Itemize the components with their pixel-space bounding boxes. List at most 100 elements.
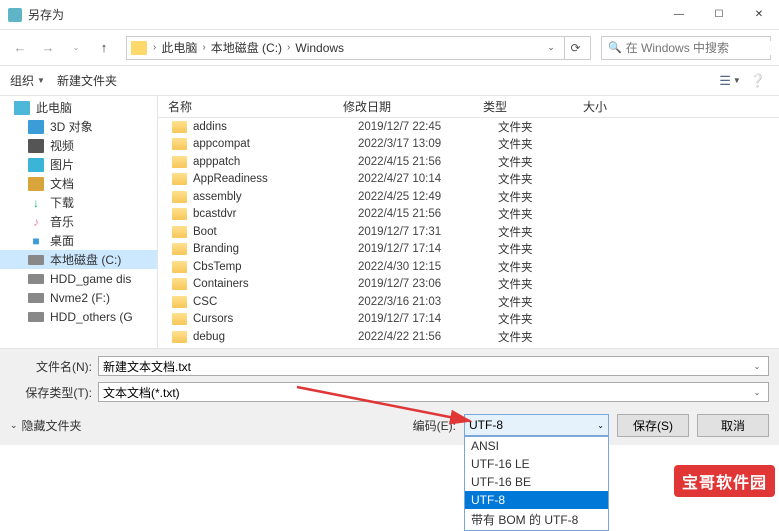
file-row[interactable]: Cursors2019/12/7 17:14文件夹 xyxy=(158,311,779,329)
sidebar-item[interactable]: ♪音乐 xyxy=(0,212,157,231)
maximize-button[interactable]: ☐ xyxy=(699,0,739,30)
file-row[interactable]: bcastdvr2022/4/15 21:56文件夹 xyxy=(158,206,779,224)
filename-input[interactable]: 新建文本文档.txt ⌄ xyxy=(98,356,769,376)
filetype-row: 保存类型(T): 文本文档(*.txt) ⌄ xyxy=(0,379,779,405)
column-type[interactable]: 类型 xyxy=(473,98,573,115)
file-row[interactable]: addins2019/12/7 22:45文件夹 xyxy=(158,118,779,136)
file-row[interactable]: apppatch2022/4/15 21:56文件夹 xyxy=(158,153,779,171)
chevron-down-icon[interactable]: ⌄ xyxy=(750,388,764,397)
column-name[interactable]: 名称 xyxy=(158,98,333,115)
breadcrumb-dropdown-icon[interactable]: ⌄ xyxy=(540,37,562,59)
file-name: CbsTemp xyxy=(193,261,348,273)
file-date: 2022/4/25 12:49 xyxy=(348,191,488,203)
column-headers: 名称 修改日期 类型 大小 xyxy=(158,96,779,118)
cancel-button[interactable]: 取消 xyxy=(697,414,769,437)
encoding-dropdown: ANSIUTF-16 LEUTF-16 BEUTF-8带有 BOM 的 UTF-… xyxy=(464,436,609,531)
breadcrumb-item[interactable]: 本地磁盘 (C:) xyxy=(208,39,285,56)
file-type: 文件夹 xyxy=(488,259,588,275)
search-icon: 🔍 xyxy=(608,41,622,54)
folder-icon xyxy=(172,243,187,255)
recent-dropdown-icon[interactable]: ⌄ xyxy=(64,36,88,60)
encoding-option[interactable]: UTF-16 LE xyxy=(465,455,608,473)
chevron-down-icon[interactable]: ⌄ xyxy=(750,362,764,371)
folder-icon xyxy=(172,296,187,308)
sidebar-icon xyxy=(28,139,44,153)
folder-icon xyxy=(172,138,187,150)
app-icon xyxy=(8,8,22,22)
sidebar-item[interactable]: HDD_others (G xyxy=(0,307,157,326)
help-button[interactable]: ❔ xyxy=(747,72,769,90)
sidebar-item-label: HDD_game dis xyxy=(50,272,131,286)
file-date: 2019/12/7 17:31 xyxy=(348,226,488,238)
column-date[interactable]: 修改日期 xyxy=(333,98,473,115)
sidebar-item[interactable]: 此电脑 xyxy=(0,98,157,117)
file-date: 2019/12/7 17:14 xyxy=(348,313,488,325)
sidebar-item[interactable]: ↓下载 xyxy=(0,193,157,212)
breadcrumb-sep: › xyxy=(285,42,292,53)
file-row[interactable]: Containers2019/12/7 23:06文件夹 xyxy=(158,276,779,294)
file-name: assembly xyxy=(193,191,348,203)
sidebar-item-label: 图片 xyxy=(50,156,74,173)
view-options-button[interactable]: ☰▼ xyxy=(719,72,741,90)
sidebar-item[interactable]: ■桌面 xyxy=(0,231,157,250)
sidebar-item[interactable]: 视频 xyxy=(0,136,157,155)
file-date: 2022/4/15 21:56 xyxy=(348,156,488,168)
filename-row: 文件名(N): 新建文本文档.txt ⌄ xyxy=(0,353,779,379)
search-input[interactable] xyxy=(626,41,779,55)
filetype-select[interactable]: 文本文档(*.txt) ⌄ xyxy=(98,382,769,402)
file-type: 文件夹 xyxy=(488,189,588,205)
back-button[interactable]: ← xyxy=(8,36,32,60)
sidebar-item[interactable]: 文档 xyxy=(0,174,157,193)
file-row[interactable]: Boot2019/12/7 17:31文件夹 xyxy=(158,223,779,241)
file-row[interactable]: Branding2019/12/7 17:14文件夹 xyxy=(158,241,779,259)
breadcrumb-item[interactable]: 此电脑 xyxy=(158,39,200,56)
file-type: 文件夹 xyxy=(488,119,588,135)
sidebar-item-label: 视频 xyxy=(50,137,74,154)
organize-menu[interactable]: 组织 ▼ xyxy=(10,72,45,89)
sidebar-item[interactable]: HDD_game dis xyxy=(0,269,157,288)
encoding-option[interactable]: 带有 BOM 的 UTF-8 xyxy=(465,509,608,530)
sidebar-item[interactable]: 3D 对象 xyxy=(0,117,157,136)
folder-icon xyxy=(172,173,187,185)
encoding-select[interactable]: UTF-8 ⌄ ANSIUTF-16 LEUTF-16 BEUTF-8带有 BO… xyxy=(464,414,609,436)
file-name: Containers xyxy=(193,278,348,290)
save-button[interactable]: 保存(S) xyxy=(617,414,689,437)
sidebar-item[interactable]: Nvme2 (F:) xyxy=(0,288,157,307)
folder-icon xyxy=(172,261,187,273)
file-row[interactable]: AppReadiness2022/4/27 10:14文件夹 xyxy=(158,171,779,189)
close-button[interactable]: ✕ xyxy=(739,0,779,30)
view-icon: ☰ xyxy=(719,73,731,89)
file-row[interactable]: CbsTemp2022/4/30 12:15文件夹 xyxy=(158,258,779,276)
file-name: Branding xyxy=(193,243,348,255)
search-box[interactable]: 🔍 xyxy=(601,36,771,60)
sidebar: 此电脑3D 对象视频图片文档↓下载♪音乐■桌面本地磁盘 (C:) HDD_game… xyxy=(0,96,158,348)
refresh-button[interactable]: ⟳ xyxy=(564,37,586,59)
titlebar: 另存为 — ☐ ✕ xyxy=(0,0,779,30)
encoding-option[interactable]: ANSI xyxy=(465,437,608,455)
breadcrumb[interactable]: › 此电脑 › 本地磁盘 (C:) › Windows ⌄ ⟳ xyxy=(126,36,591,60)
hide-folders-toggle[interactable]: ⌄ 隐藏文件夹 xyxy=(10,417,82,434)
file-row[interactable]: assembly2022/4/25 12:49文件夹 xyxy=(158,188,779,206)
sidebar-item[interactable]: 图片 xyxy=(0,155,157,174)
encoding-option[interactable]: UTF-16 BE xyxy=(465,473,608,491)
file-row[interactable]: appcompat2022/3/17 13:09文件夹 xyxy=(158,136,779,154)
chevron-down-icon: ⌄ xyxy=(597,421,604,430)
file-date: 2022/4/30 12:15 xyxy=(348,261,488,273)
encoding-option[interactable]: UTF-8 xyxy=(465,491,608,509)
new-folder-button[interactable]: 新建文件夹 xyxy=(57,72,117,89)
up-button[interactable]: ↑ xyxy=(92,36,116,60)
breadcrumb-item[interactable]: Windows xyxy=(292,41,347,55)
file-row[interactable]: debug2022/4/22 21:56文件夹 xyxy=(158,328,779,346)
window-title: 另存为 xyxy=(28,6,64,23)
sidebar-item-label: 3D 对象 xyxy=(50,118,93,135)
minimize-button[interactable]: — xyxy=(659,0,699,30)
file-type: 文件夹 xyxy=(488,171,588,187)
file-row[interactable]: CSC2022/3/16 21:03文件夹 xyxy=(158,293,779,311)
chevron-down-icon: ⌄ xyxy=(10,420,18,431)
forward-button[interactable]: → xyxy=(36,36,60,60)
sidebar-item-label: 桌面 xyxy=(50,232,74,249)
encoding-value: UTF-8 xyxy=(469,418,503,432)
column-size[interactable]: 大小 xyxy=(573,98,653,115)
hide-folders-label: 隐藏文件夹 xyxy=(22,417,82,434)
sidebar-item[interactable]: 本地磁盘 (C:) xyxy=(0,250,157,269)
